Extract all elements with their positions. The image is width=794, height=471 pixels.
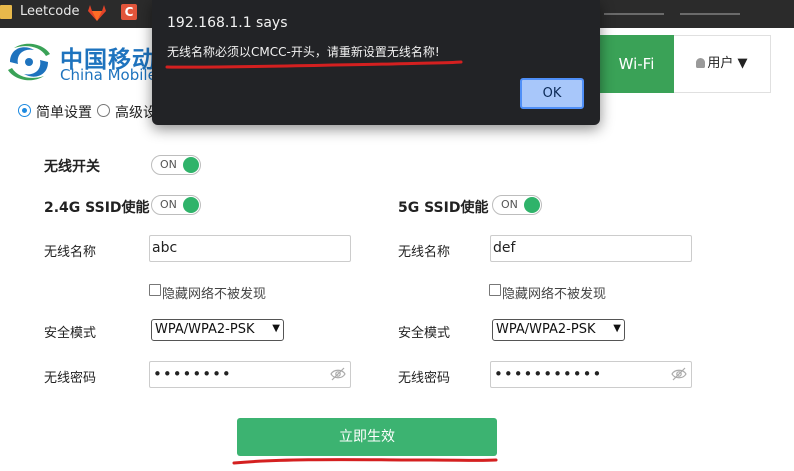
ssid5-name-input[interactable]: def: [490, 235, 692, 262]
ssid24-enable-toggle[interactable]: ON: [151, 195, 201, 215]
toggle-knob: [183, 157, 199, 173]
eye-off-icon[interactable]: [671, 367, 687, 381]
eye-off-icon[interactable]: [330, 367, 346, 381]
toggle-state: ON: [501, 198, 518, 211]
select-value: WPA/WPA2-PSK: [155, 322, 255, 337]
bookmark-leetcode[interactable]: Leetcode: [20, 4, 79, 19]
password-mask: ••••••••: [153, 365, 232, 383]
radio-advanced-settings[interactable]: [97, 104, 110, 117]
ssid24-security-label: 安全模式: [44, 326, 97, 341]
ssid5-enable-label: 5G SSID使能: [398, 200, 489, 216]
dialog-message: 无线名称必须以CMCC-开头，请重新设置无线名称!: [167, 45, 440, 59]
ssid24-name-input[interactable]: abc: [149, 235, 351, 262]
ssid5-password-label: 无线密码: [398, 371, 451, 386]
apply-now-button[interactable]: 立即生效: [237, 418, 497, 456]
dialog-ok-button[interactable]: OK: [520, 78, 584, 109]
tab-advanced-settings[interactable]: 高级设: [115, 102, 157, 122]
ssid24-name-label: 无线名称: [44, 245, 97, 260]
password-mask: •••••••••••: [494, 365, 603, 383]
select-value: WPA/WPA2-PSK: [496, 322, 596, 337]
chevron-down-icon: ▼: [272, 323, 280, 334]
china-mobile-logo-icon: [8, 43, 50, 81]
ssid24-security-select[interactable]: WPA/WPA2-PSK ▼: [151, 319, 284, 341]
ssid5-hide-label: 隐藏网络不被发现: [502, 287, 607, 302]
c-icon[interactable]: C: [121, 4, 137, 20]
ssid24-hide-label: 隐藏网络不被发现: [162, 287, 267, 302]
nav-user-label: 用户 ▼: [707, 56, 748, 71]
ssid5-password-input[interactable]: •••••••••••: [490, 361, 692, 388]
ssid5-enable-toggle[interactable]: ON: [492, 195, 542, 215]
toggle-state: ON: [160, 198, 177, 211]
ssid24-enable-label: 2.4G SSID使能: [44, 200, 150, 216]
ssid24-password-input[interactable]: ••••••••: [149, 361, 351, 388]
bookmark-more: [680, 13, 740, 15]
nav-wifi[interactable]: Wi-Fi: [599, 35, 674, 93]
ssid24-hide-checkbox[interactable]: [149, 284, 161, 296]
logo-english: China Mobile: [60, 66, 157, 84]
wireless-switch-toggle[interactable]: ON: [151, 155, 201, 175]
toggle-knob: [524, 197, 540, 213]
ssid24-password-label: 无线密码: [44, 371, 97, 386]
dialog-title: 192.168.1.1 says: [167, 15, 288, 31]
ssid5-name-label: 无线名称: [398, 245, 451, 260]
user-icon: [696, 58, 706, 68]
folder-icon[interactable]: [0, 5, 12, 19]
toggle-knob: [183, 197, 199, 213]
ssid5-security-select[interactable]: WPA/WPA2-PSK ▼: [492, 319, 625, 341]
annotation-underline-submit: [232, 458, 498, 465]
bookmark-more: [604, 13, 664, 15]
wireless-switch-label: 无线开关: [44, 159, 100, 175]
gitlab-icon[interactable]: [88, 5, 106, 21]
tab-simple-settings[interactable]: 简单设置: [36, 102, 92, 122]
radio-simple-settings[interactable]: [18, 104, 31, 117]
toggle-state: ON: [160, 158, 177, 171]
ssid5-security-label: 安全模式: [398, 326, 451, 341]
alert-dialog: 192.168.1.1 says 无线名称必须以CMCC-开头，请重新设置无线名…: [152, 0, 600, 125]
ssid5-hide-checkbox[interactable]: [489, 284, 501, 296]
chevron-down-icon: ▼: [613, 323, 621, 334]
nav-user-menu[interactable]: 用户 ▼: [674, 35, 771, 93]
